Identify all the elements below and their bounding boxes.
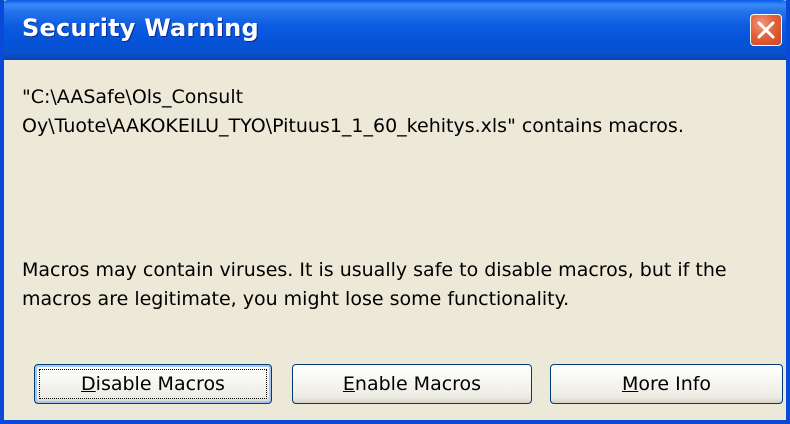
disable-macros-button[interactable]: Disable Macros — [34, 364, 272, 404]
enable-macros-button[interactable]: Enable Macros — [292, 364, 532, 404]
window-title: Security Warning — [22, 14, 259, 42]
security-warning-dialog: Security Warning "C:\AASafe\Ols_Consult … — [0, 0, 790, 424]
warning-message-line: Macros may contain viruses. It is usuall… — [22, 259, 727, 281]
button-mnemonic: D — [81, 373, 96, 395]
button-label: isable Macros — [95, 373, 225, 395]
file-message-line: Oy\Tuote\AAKOKEILU_TYO\Pituus1_1_60_kehi… — [22, 115, 684, 137]
more-info-button[interactable]: More Info — [550, 364, 783, 404]
warning-message-line: macros are legitimate, you might lose so… — [22, 288, 570, 310]
close-icon — [757, 21, 775, 39]
close-button[interactable] — [750, 14, 782, 46]
button-mnemonic: M — [621, 373, 639, 395]
button-label: ore Info — [638, 373, 712, 395]
button-label: nable Macros — [354, 373, 482, 395]
macro-virus-warning: Macros may contain viruses. It is usuall… — [22, 256, 772, 314]
title-bar[interactable]: Security Warning — [4, 0, 786, 60]
file-macros-message: "C:\AASafe\Ols_Consult Oy\Tuote\AAKOKEIL… — [22, 83, 772, 141]
button-mnemonic: E — [342, 373, 355, 395]
file-message-line: "C:\AASafe\Ols_Consult — [22, 86, 244, 108]
